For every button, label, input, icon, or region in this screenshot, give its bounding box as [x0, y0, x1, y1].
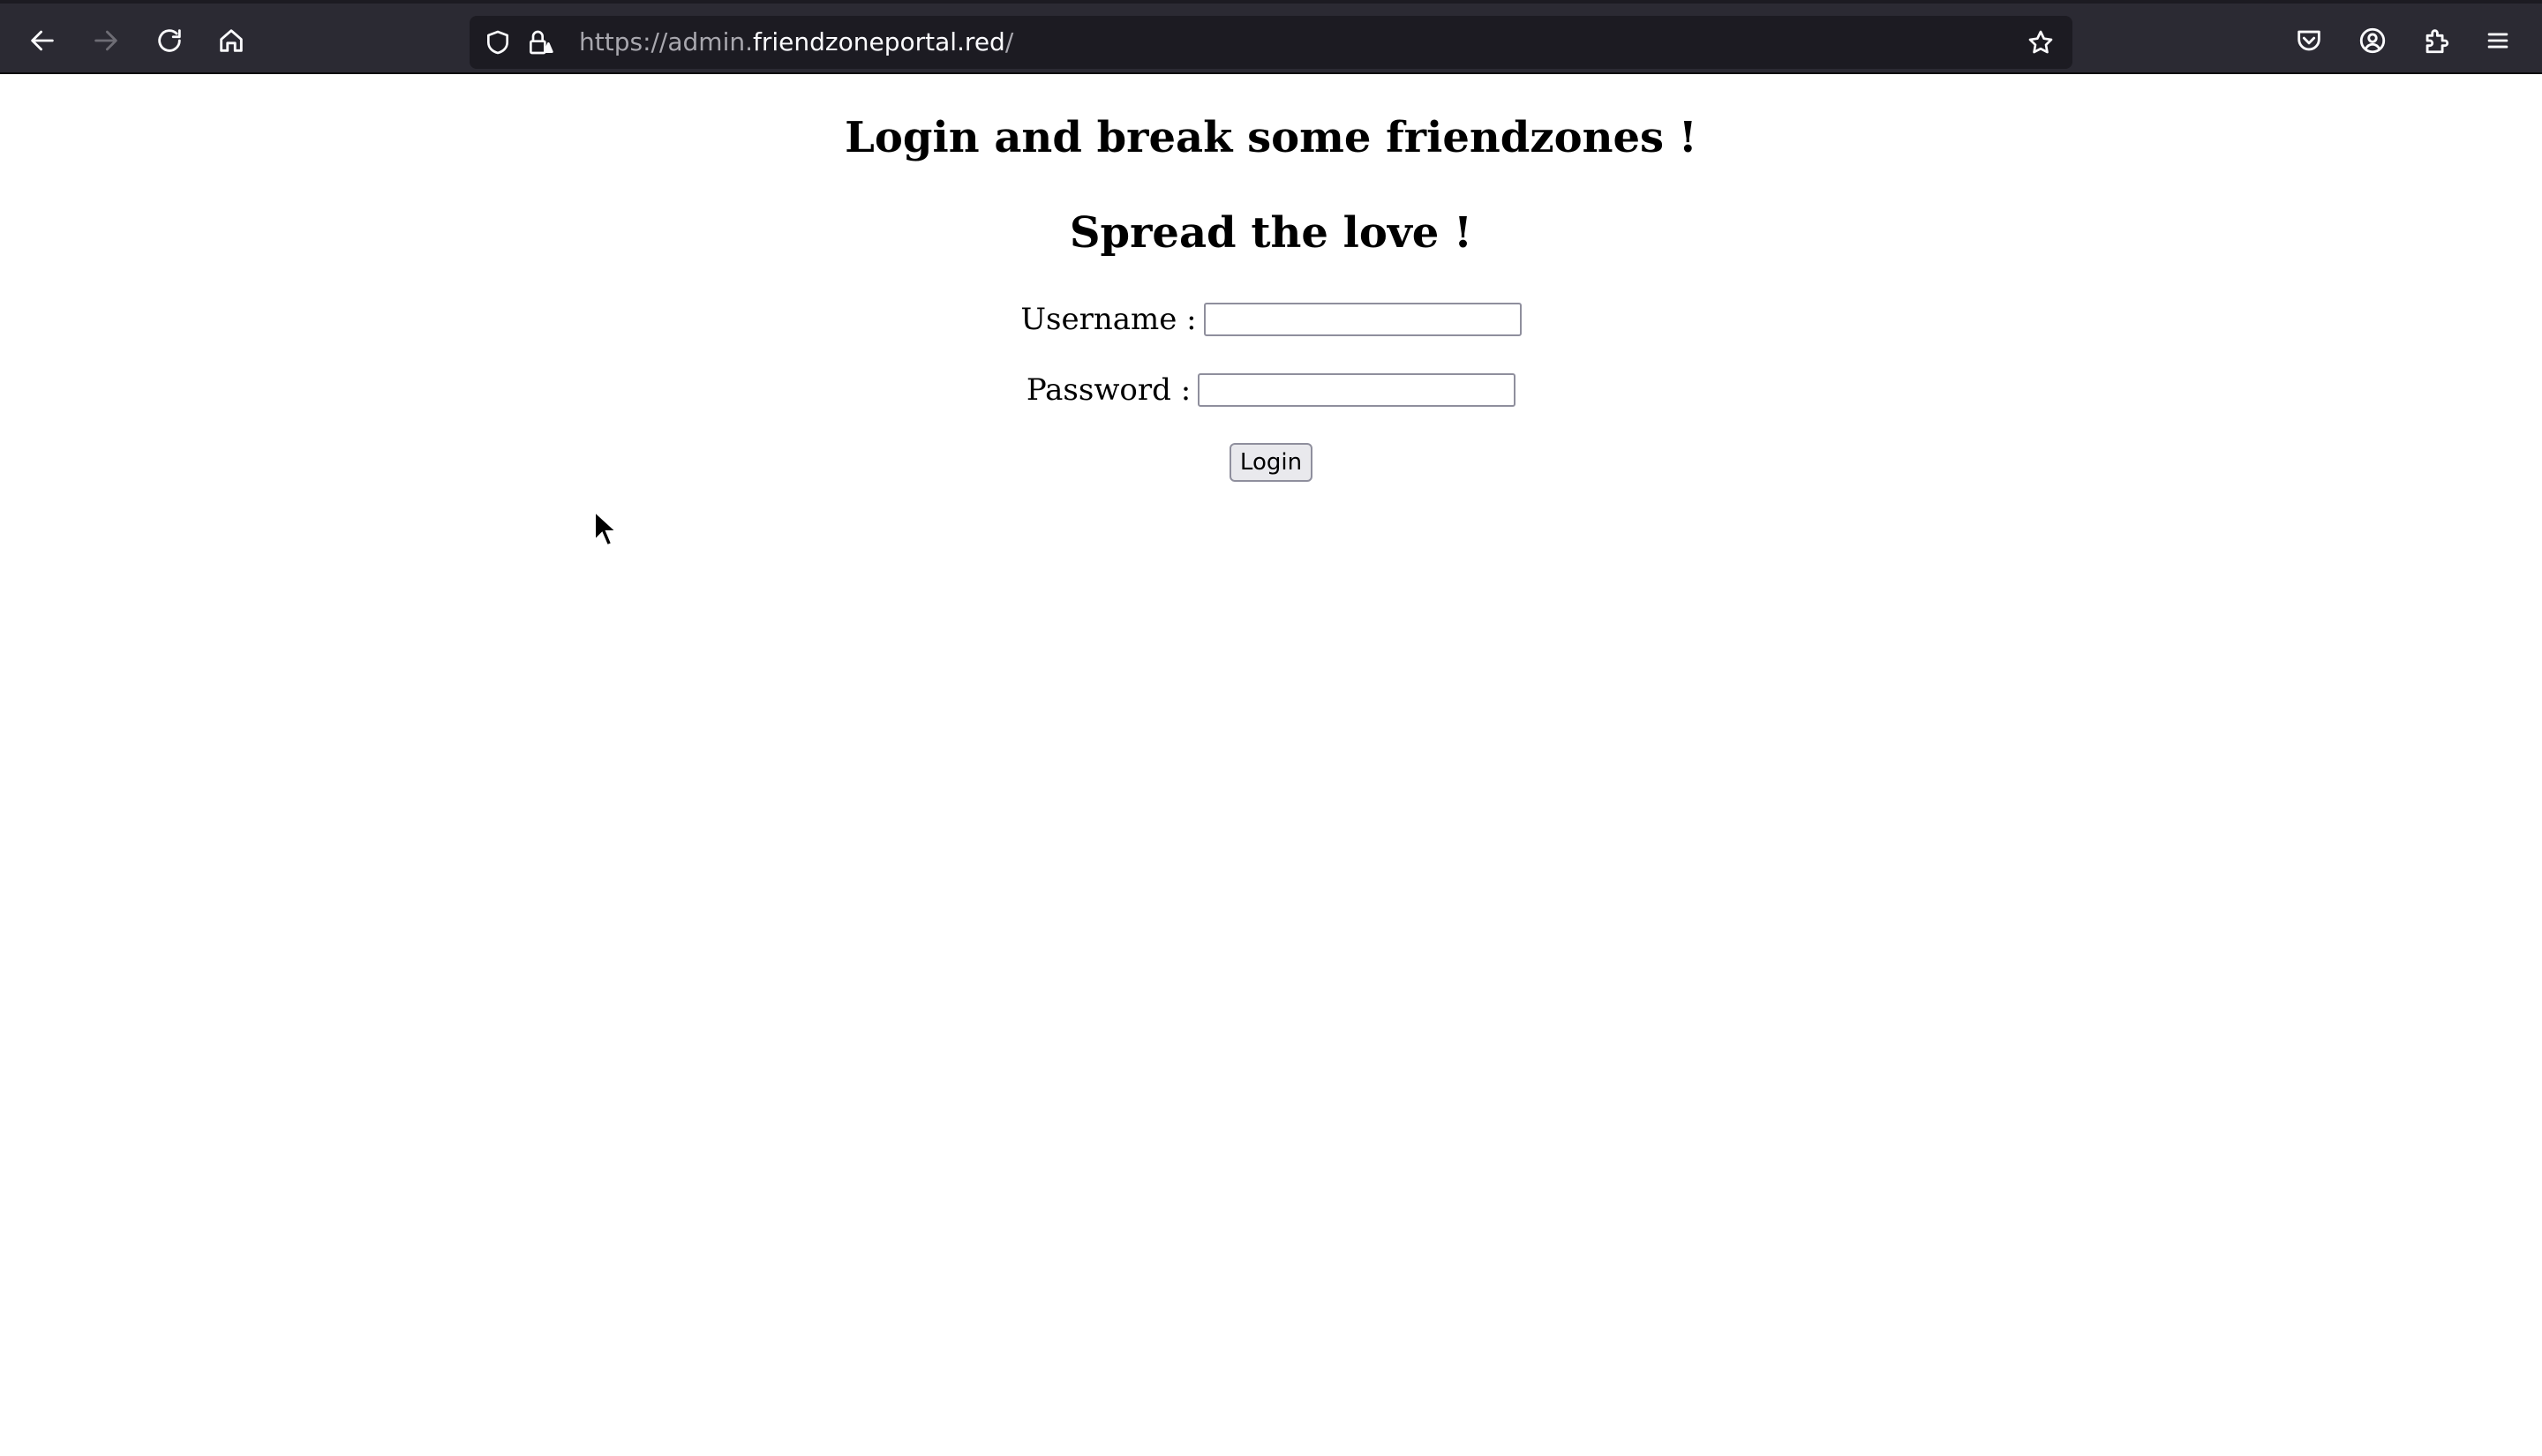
username-label: Username :	[1020, 302, 1197, 337]
pocket-button[interactable]	[2283, 14, 2335, 67]
url-prefix: https://admin.	[579, 27, 753, 56]
forward-arrow-icon	[94, 30, 117, 51]
shield-icon	[487, 30, 508, 55]
page-subtitle: Spread the love !	[1069, 208, 1473, 258]
back-arrow-icon	[31, 30, 54, 51]
home-button[interactable]	[205, 14, 258, 67]
password-row: Password :	[0, 372, 2542, 408]
puzzle-icon	[2425, 29, 2449, 54]
username-row: Username :	[0, 302, 2542, 337]
extensions-button[interactable]	[2410, 14, 2463, 67]
url-suffix: /	[1004, 27, 1014, 56]
pocket-icon	[2298, 30, 2320, 51]
page-content: Login and break some friendzones ! Sprea…	[0, 74, 2542, 1456]
reload-button[interactable]	[143, 14, 196, 67]
lock-warning-icon	[530, 30, 553, 55]
star-icon	[2028, 30, 2053, 54]
home-icon	[220, 29, 243, 52]
reload-icon	[158, 29, 181, 52]
login-button[interactable]: Login	[1229, 443, 1313, 482]
password-label: Password :	[1026, 372, 1192, 408]
mouse-cursor-icon	[594, 510, 618, 547]
browser-toolbar: https://admin.friendzoneportal.red/	[0, 0, 2542, 74]
hamburger-menu-icon	[2487, 33, 2508, 49]
back-button[interactable]	[16, 14, 69, 67]
login-row: Login	[0, 443, 2542, 482]
account-button[interactable]	[2346, 14, 2399, 67]
forward-button[interactable]	[79, 14, 132, 67]
url-domain: friendzoneportal.red	[753, 27, 1005, 56]
username-input[interactable]	[1203, 303, 1522, 336]
password-input[interactable]	[1198, 373, 1516, 407]
app-menu-button[interactable]	[2471, 14, 2524, 67]
bookmark-button[interactable]	[2025, 26, 2057, 58]
site-info-button[interactable]	[524, 26, 556, 58]
page-title: Login and break some friendzones !	[845, 113, 1697, 162]
tracking-protection-button[interactable]	[482, 26, 514, 58]
url-bar[interactable]: https://admin.friendzoneportal.red/	[470, 16, 2072, 69]
account-icon	[2359, 27, 2386, 54]
url-text[interactable]: https://admin.friendzoneportal.red/	[579, 16, 1013, 69]
